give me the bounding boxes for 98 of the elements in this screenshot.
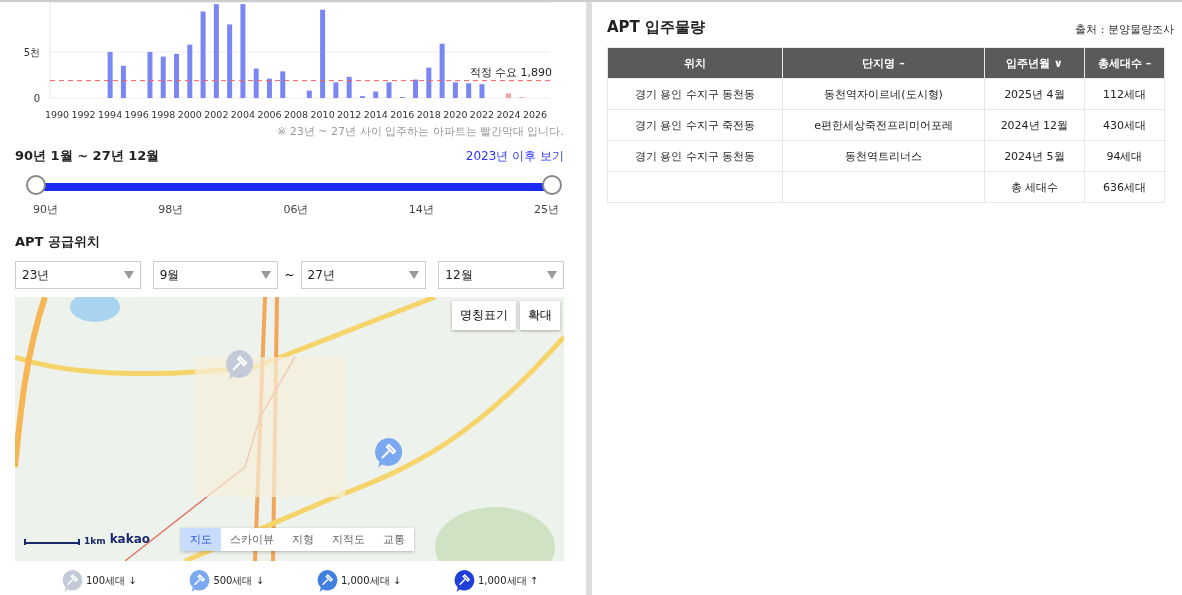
total-value: 636세대	[1084, 171, 1165, 203]
dropdown-arrow-icon	[261, 271, 272, 279]
map-button[interactable]: 명칭표기	[452, 301, 516, 330]
view-after-2023-link[interactable]: 2023년 이후 보기	[465, 147, 564, 165]
x-tick-label: 2026	[523, 109, 548, 120]
x-tick-label: 2024	[496, 109, 521, 120]
table-cell: 430세대	[1084, 109, 1165, 141]
bar	[147, 52, 153, 98]
dropdown-arrow-icon	[547, 271, 557, 279]
bar	[373, 91, 379, 98]
column-header[interactable]: 총세대수 –	[1084, 47, 1165, 79]
x-tick-label: 2010	[310, 109, 335, 120]
x-tick-label: 2014	[363, 109, 388, 120]
map-pin-icon[interactable]	[373, 437, 403, 469]
bar	[306, 90, 312, 98]
bar	[280, 71, 286, 98]
source-note: 출처 : 분양물량조사	[1075, 22, 1174, 37]
x-tick-label: 2022	[469, 109, 495, 120]
bar	[466, 83, 472, 98]
y-tick-label: 0	[33, 93, 40, 104]
bar	[479, 84, 485, 98]
x-tick-label: 2000	[177, 109, 202, 120]
table-cell: 경기 용인 수지구 동천동	[607, 140, 783, 172]
legend-label: 1,000세대 ↑	[477, 574, 539, 588]
table-cell: 2024년 5월	[984, 140, 1085, 172]
bar	[426, 67, 432, 98]
bar	[439, 43, 445, 98]
scale-label: 1km	[84, 536, 106, 546]
legend-label: 100세대 ↓	[85, 574, 137, 588]
column-header[interactable]: 입주년월 ∨	[984, 47, 1085, 79]
scale-bar-icon	[24, 538, 80, 546]
x-tick-label: 1992	[71, 109, 96, 120]
bar	[174, 53, 179, 98]
map-type-tab[interactable]: 교통	[374, 528, 414, 551]
slider-tick-label: 25년	[534, 202, 559, 217]
slider-tick-label: 06년	[283, 202, 309, 217]
x-tick-label: 2018	[416, 109, 441, 120]
bar	[160, 56, 166, 98]
map-button[interactable]: 확대	[520, 301, 560, 330]
column-header[interactable]: 단지명 –	[782, 47, 985, 79]
slider-handle[interactable]	[26, 175, 46, 195]
x-tick-label: 1990	[44, 109, 70, 120]
bar	[107, 52, 113, 98]
section-title: APT 입주물량	[607, 18, 706, 37]
legend-label: 1,000세대 ↓	[340, 574, 402, 588]
x-tick-label: 2002	[204, 109, 229, 120]
x-tick-label: 2006	[257, 109, 282, 120]
bar	[506, 93, 511, 98]
map-type-tab[interactable]: 지형	[283, 528, 323, 551]
dropdown-arrow-icon	[409, 271, 420, 279]
demand-label: 적정 수요 1,890	[469, 65, 552, 79]
bar	[346, 76, 352, 98]
table-cell: 2025년 4월	[984, 78, 1085, 110]
dropdown[interactable]: 9월	[152, 261, 279, 289]
table-cell: 경기 용인 수지구 죽전동	[607, 109, 783, 141]
bar	[413, 79, 419, 98]
table-cell: e편한세상죽전프리미어포레	[782, 109, 985, 141]
range-separator: ~	[284, 268, 295, 282]
table-cell: 112세대	[1084, 78, 1165, 110]
x-tick-label: 2020	[443, 109, 468, 120]
table-cell: 94세대	[1084, 140, 1165, 172]
legend-label: 500세대 ↓	[213, 574, 265, 588]
table-cell: 2024년 12월	[984, 109, 1085, 141]
x-tick-label: 1998	[151, 109, 176, 120]
dropdown[interactable]: 27년	[300, 261, 427, 289]
slider-tick-label: 90년	[33, 202, 58, 217]
map-type-tab[interactable]: 지적도	[323, 528, 374, 551]
table-cell: 동천역자이르네(도시형)	[782, 78, 985, 110]
bar	[386, 82, 392, 98]
bar	[267, 78, 272, 98]
map-logo: kakao	[109, 532, 151, 546]
map-type-tab[interactable]: 스카이뷰	[221, 528, 283, 551]
bar	[187, 44, 193, 98]
dropdown[interactable]: 12월	[438, 261, 564, 289]
slider-tick-label: 14년	[408, 202, 434, 217]
chart-note: ※ 23년 ~ 27년 사이 입주하는 아파트는 빨간막대 입니다.	[276, 124, 564, 139]
section-title: APT 공급위치	[15, 233, 101, 251]
x-tick-label: 1996	[124, 109, 149, 120]
column-header[interactable]: 위치	[607, 47, 783, 79]
bar	[253, 68, 259, 98]
map-type-tab[interactable]: 지도	[181, 528, 221, 551]
table-cell: 경기 용인 수지구 동천동	[607, 78, 783, 110]
x-tick-label: 2008	[283, 109, 309, 120]
bar	[333, 82, 339, 98]
slider-tick-label: 98년	[158, 202, 184, 217]
total-label: 총 세대수	[984, 171, 1085, 203]
x-tick-label: 2012	[337, 109, 362, 120]
x-tick-label: 2016	[390, 109, 415, 120]
bar	[452, 82, 458, 98]
table-cell: 동천역트리너스	[782, 140, 985, 172]
x-tick-label: 2004	[230, 109, 255, 120]
bar	[120, 65, 126, 98]
dropdown-arrow-icon	[123, 271, 134, 279]
y-tick-label: 5천	[23, 47, 40, 58]
x-tick-label: 1994	[98, 109, 123, 120]
dropdown[interactable]: 23년	[15, 261, 141, 289]
slider-handle[interactable]	[542, 175, 562, 195]
period-label: 90년 1월 ~ 27년 12월	[15, 147, 160, 165]
